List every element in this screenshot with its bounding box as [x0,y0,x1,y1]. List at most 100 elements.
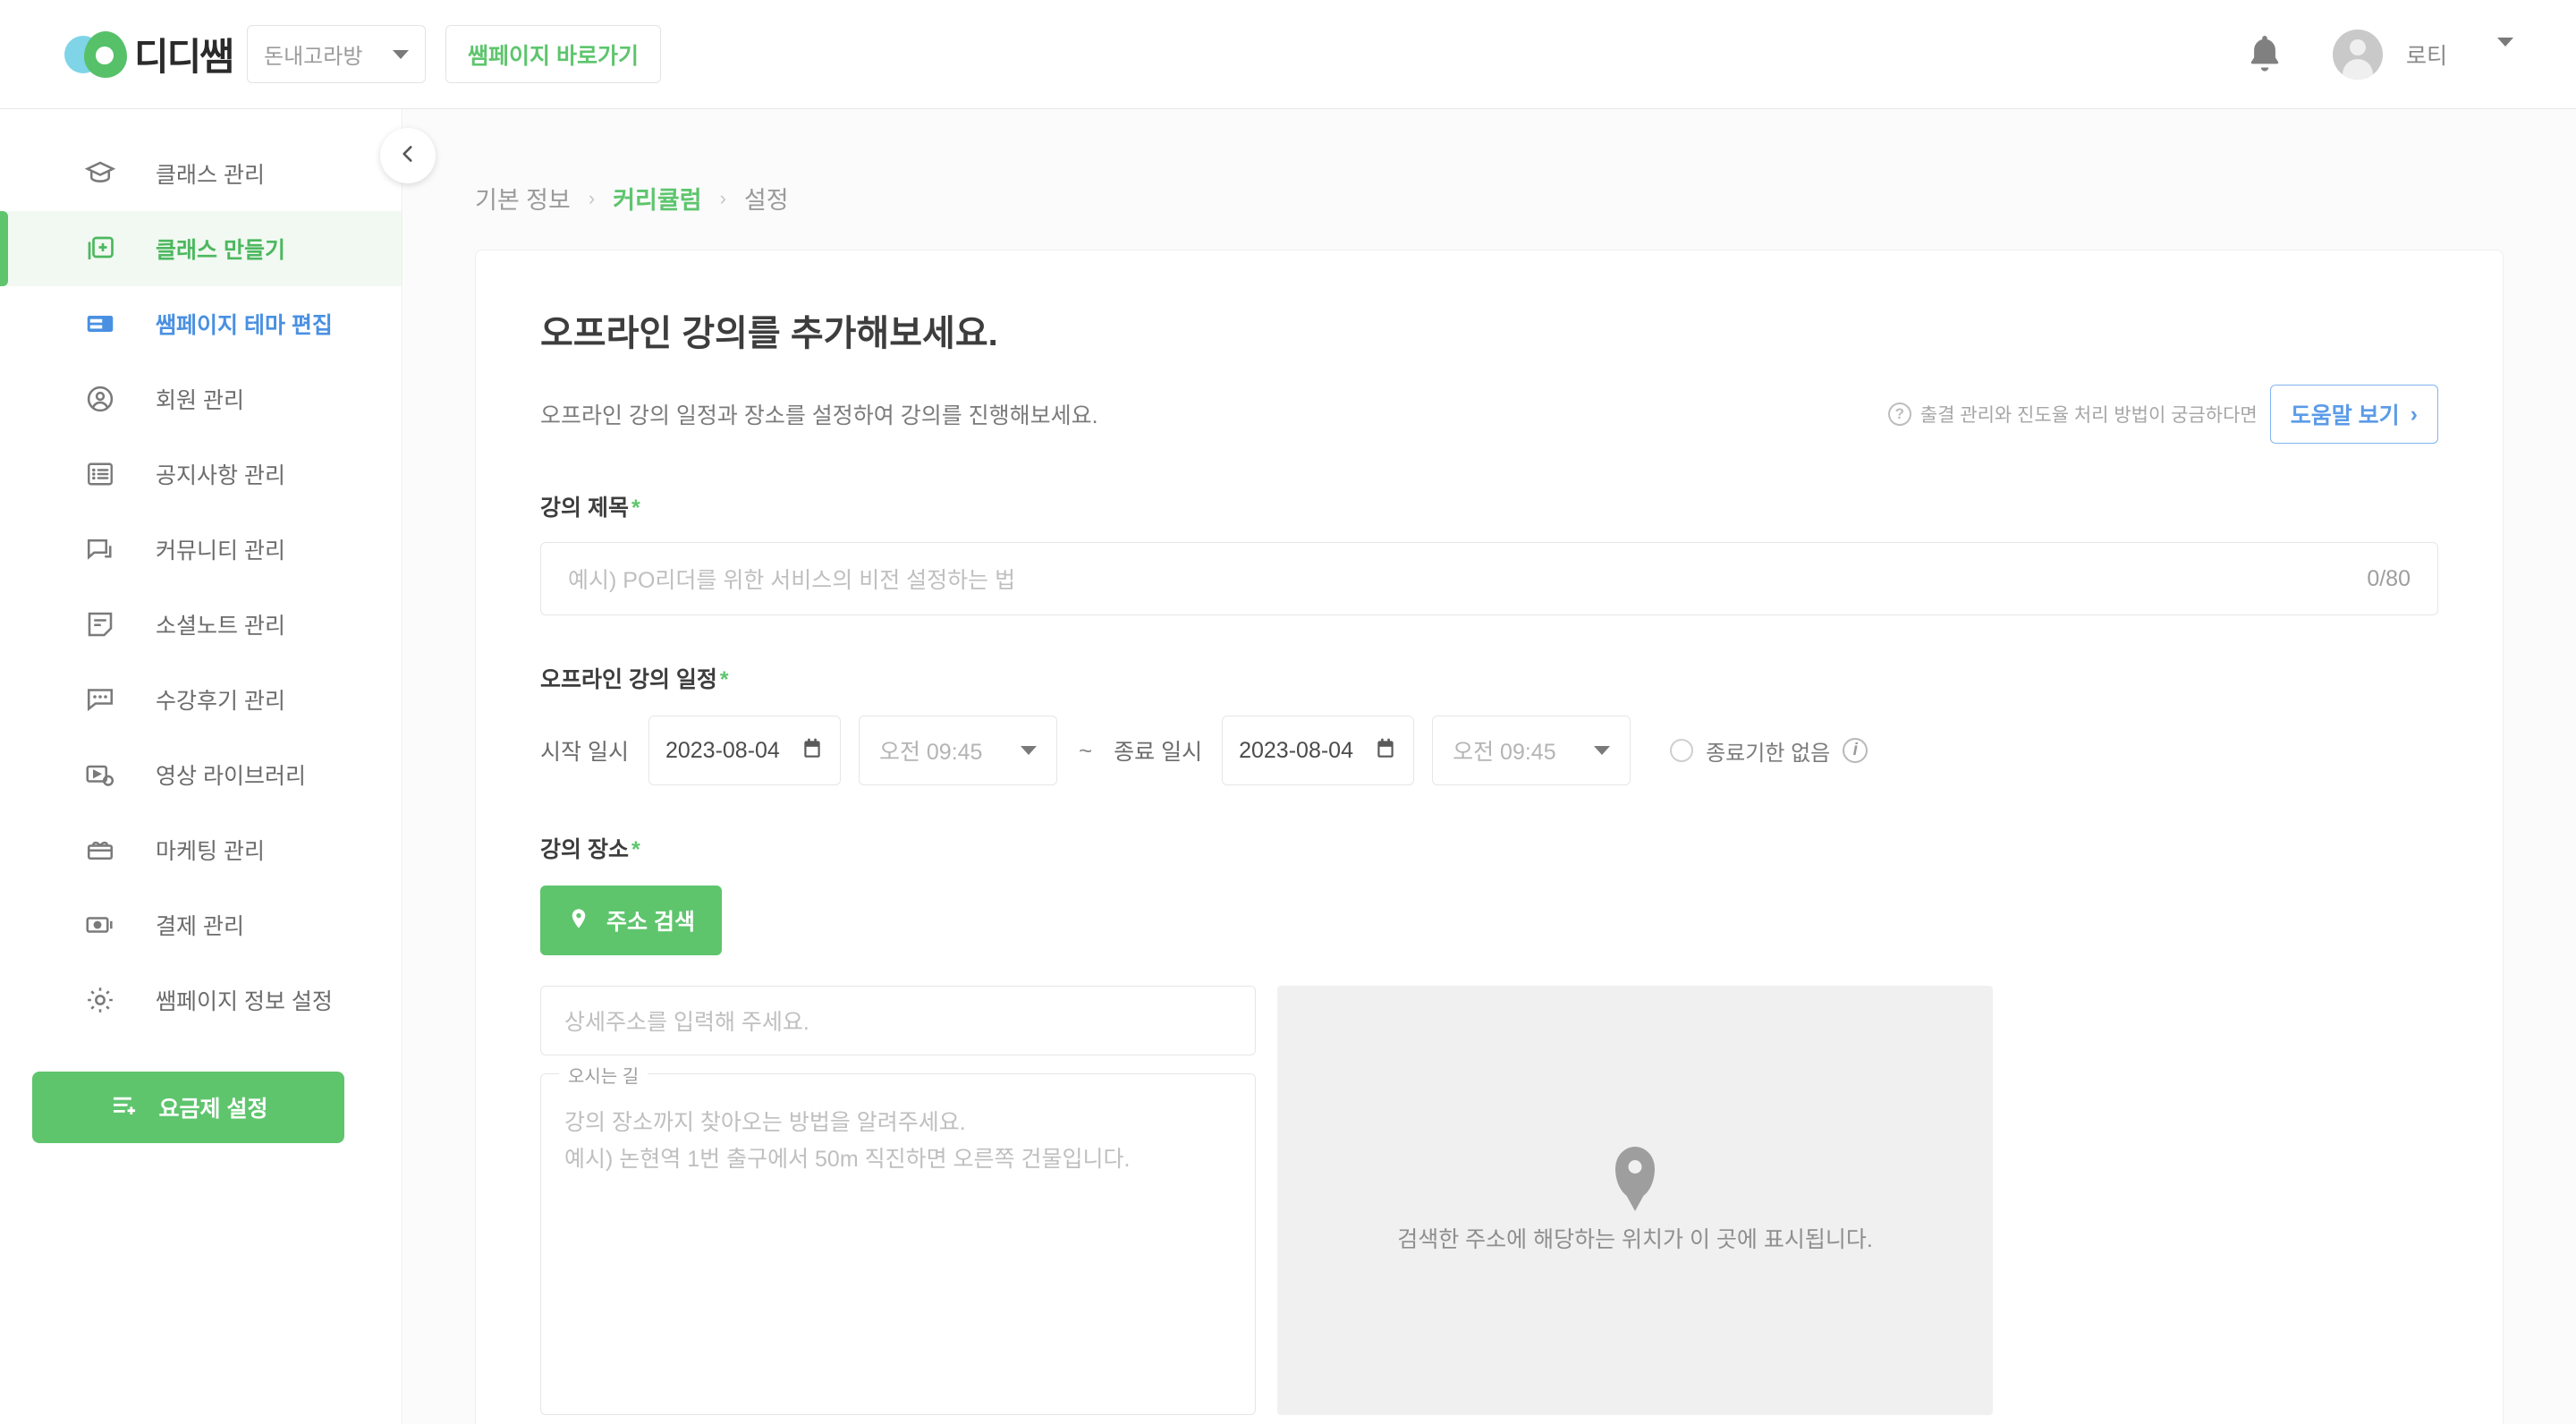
map-pin-icon [1615,1147,1655,1199]
list-icon [80,454,120,494]
end-datetime-label: 종료 일시 [1114,740,1203,765]
space-select[interactable]: 돈내고라방 [247,25,426,83]
user-menu-chevron-down-icon[interactable] [2497,37,2513,63]
money-icon [80,905,120,945]
logo-text: 디디쌤 [134,36,234,78]
no-end-date-option[interactable]: 종료기한 없음 i [1670,735,1868,767]
chevron-down-icon [1020,746,1037,755]
layout-icon [80,304,120,343]
plan-settings-button[interactable]: 요금제 설정 [32,1072,344,1143]
info-icon[interactable]: i [1843,738,1868,763]
help-button[interactable]: 도움말 보기 › [2269,385,2438,444]
logo-mark-icon [64,27,141,82]
end-date-input[interactable]: 2023-08-04 [1222,716,1415,785]
add-class-icon [80,229,120,268]
breadcrumb-item-curriculum[interactable]: 커리큘럼 [613,181,701,216]
chevron-left-icon [396,142,419,170]
sidebar-item-label: 마케팅 관리 [156,839,265,864]
sidebar-item-payment-management[interactable]: 결제 관리 [0,887,402,962]
end-date-value: 2023-08-04 [1239,737,1353,763]
gear-icon [80,980,120,1020]
sidebar-item-label: 수강후기 관리 [156,689,285,714]
end-time-value: 오전 09:45 [1453,740,1556,765]
space-select-value: 돈내고라방 [264,45,363,69]
offline-lecture-card: 오프라인 강의를 추가해보세요. 오프라인 강의 일정과 장소를 설정하여 강의… [475,250,2504,1424]
no-end-date-radio[interactable] [1670,739,1694,762]
detail-address-input[interactable]: 상세주소를 입력해 주세요. [540,986,1256,1055]
help-note-text: 출결 관리와 진도율 처리 방법이 궁금하다면 [1919,405,2258,426]
breadcrumb-item-settings[interactable]: 설정 [744,181,789,216]
start-time-select[interactable]: 오전 09:45 [858,716,1057,785]
bell-icon[interactable] [2240,30,2290,80]
sidebar-item-label: 영상 라이브러리 [156,764,306,789]
plan-settings-label: 요금제 설정 [158,1097,268,1122]
sidebar-collapse-button[interactable] [380,128,436,183]
address-search-button[interactable]: 주소 검색 [540,886,722,955]
sidebar: 클래스 관리 클래스 만들기 쌤페이지 테마 편집 회원 관리 공지사항 관리 … [0,109,402,1424]
page-subtitle: 오프라인 강의 일정과 장소를 설정하여 강의를 진행해보세요. [540,403,1098,428]
sidebar-item-class-management[interactable]: 클래스 관리 [0,136,402,211]
lecture-title-input[interactable]: 예시) PO리더를 위한 서비스의 비전 설정하는 법 0/80 [540,542,2438,615]
sidebar-item-community-management[interactable]: 커뮤니티 관리 [0,512,402,587]
calendar-icon [801,736,824,766]
required-mark: * [631,496,640,521]
sidebar-item-page-settings[interactable]: 쌤페이지 정보 설정 [0,962,402,1038]
sidebar-item-notice-management[interactable]: 공지사항 관리 [0,437,402,512]
gift-icon [80,830,120,869]
required-mark: * [719,667,729,692]
sidebar-item-label: 결제 관리 [156,914,244,939]
sidebar-item-label: 클래스 관리 [156,163,265,188]
map-pin-icon [567,904,590,937]
sidebar-item-social-note-management[interactable]: 소셜노트 관리 [0,587,402,662]
lecture-title-label-text: 강의 제목 [540,496,629,521]
calendar-icon [1374,736,1397,766]
main-content: 기본 정보 › 커리큘럼 › 설정 오프라인 강의를 추가해보세요. 오프라인 … [403,109,2576,1424]
directions-placeholder-line1: 강의 장소까지 찾아오는 방법을 알려주세요. [564,1110,966,1135]
chevron-down-icon [1594,746,1611,755]
map-preview: 검색한 주소에 해당하는 위치가 이 곳에 표시됩니다. [1277,986,1993,1415]
sidebar-item-label: 커뮤니티 관리 [156,538,285,564]
breadcrumb-item-basic-info[interactable]: 기본 정보 [475,181,571,216]
avatar[interactable] [2332,29,2383,80]
detail-address-placeholder: 상세주소를 입력해 주세요. [564,1010,809,1035]
app-logo[interactable]: 디디쌤 [64,26,243,83]
question-mark-icon: ? [1887,403,1911,426]
breadcrumb: 기본 정보 › 커리큘럼 › 설정 [475,181,2576,216]
shortcut-button-label: 쌤페이지 바로가기 [468,43,639,69]
schedule-row: 시작 일시 2023-08-04 오전 09:45 ~ 종료 일시 2023-0… [540,716,2438,785]
address-search-label: 주소 검색 [606,910,695,935]
lecture-title-label: 강의 제목 * [540,490,2438,522]
shortcut-button[interactable]: 쌤페이지 바로가기 [445,25,661,83]
sidebar-item-marketing-management[interactable]: 마케팅 관리 [0,812,402,887]
directions-placeholder-line2: 예시) 논현역 1번 출구에서 50m 직진하면 오른쪽 건물입니다. [564,1147,1131,1173]
sidebar-item-create-class[interactable]: 클래스 만들기 [0,211,402,286]
sidebar-item-video-library[interactable]: 영상 라이브러리 [0,737,402,812]
graduation-cap-icon [80,154,120,193]
user-circle-icon [80,379,120,419]
sidebar-item-label: 쌤페이지 테마 편집 [156,313,333,338]
page-subtitle-row: 오프라인 강의 일정과 장소를 설정하여 강의를 진행해보세요. ? 출결 관리… [540,385,2438,444]
breadcrumb-separator-icon: › [588,186,596,209]
start-time-value: 오전 09:45 [878,740,983,765]
app-header: 디디쌤 돈내고라방 쌤페이지 바로가기 로티 [0,0,2576,109]
page-title: 오프라인 강의를 추가해보세요. [540,314,998,353]
plan-add-icon [109,1090,140,1125]
required-mark: * [631,837,640,862]
location-label: 강의 장소 * [540,832,2438,864]
sidebar-item-member-management[interactable]: 회원 관리 [0,361,402,437]
directions-textarea[interactable]: 오시는 길 강의 장소까지 찾아오는 방법을 알려주세요. 예시) 논현역 1번… [540,1062,1256,1415]
sidebar-item-review-management[interactable]: 수강후기 관리 [0,662,402,737]
review-icon [80,680,120,719]
start-date-input[interactable]: 2023-08-04 [648,716,841,785]
lecture-title-counter: 0/80 [2367,565,2411,591]
help-button-label: 도움말 보기 [2290,403,2400,428]
directions-legend: 오시는 길 [559,1062,648,1088]
location-inputs: 상세주소를 입력해 주세요. 오시는 길 강의 장소까지 찾아오는 방법을 알려… [540,986,1256,1415]
sidebar-item-label: 회원 관리 [156,388,244,413]
sidebar-item-label: 소셜노트 관리 [156,614,285,639]
map-placeholder-text: 검색한 주소에 해당하는 위치가 이 곳에 표시됩니다. [1397,1227,1873,1252]
chevron-down-icon [393,49,409,59]
sidebar-item-label: 쌤페이지 정보 설정 [156,989,333,1014]
end-time-select[interactable]: 오전 09:45 [1432,716,1631,785]
sidebar-item-theme-edit[interactable]: 쌤페이지 테마 편집 [0,286,402,361]
